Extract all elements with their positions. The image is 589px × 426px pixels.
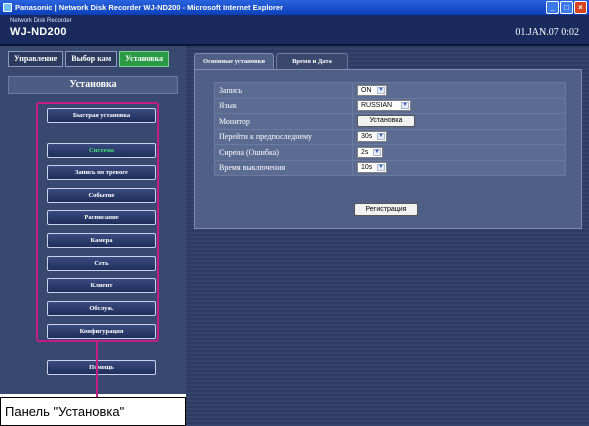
settings-panel: Запись ON ▼ Язык RUSSIAN ▼ Монитор Установ… — [194, 69, 582, 229]
minimize-icon[interactable]: _ — [546, 1, 559, 14]
select-value: ON — [361, 86, 372, 94]
maximize-icon[interactable]: □ — [560, 1, 573, 14]
settings-label: Сирена (Ошибка) — [214, 144, 353, 161]
dropdown-arrow-icon: ▼ — [401, 102, 409, 110]
recording-select[interactable]: ON ▼ — [357, 84, 387, 96]
main-area: Основные установки Время и Дата Запись O… — [186, 46, 589, 426]
help-button[interactable]: Помощь — [47, 360, 156, 375]
close-icon[interactable]: × — [574, 1, 587, 14]
settings-label: Монитор — [214, 113, 353, 130]
settings-row-skip-to-previous: Перейти к предпоследнему 30s ▼ — [214, 128, 566, 145]
siren-select[interactable]: 2s ▼ — [357, 146, 383, 158]
select-value: RUSSIAN — [361, 102, 393, 110]
skip-time-select[interactable]: 30s ▼ — [357, 131, 387, 143]
settings-value: 2s ▼ — [352, 144, 566, 161]
settings-row-monitor: Монитор Установка — [214, 113, 566, 130]
dropdown-arrow-icon: ▼ — [377, 164, 385, 172]
mode-tabs: Управление Выбор кам Установка — [8, 51, 169, 67]
dropdown-arrow-icon: ▼ — [377, 86, 385, 94]
window-titlebar: Panasonic | Network Disk Recorder WJ-ND2… — [0, 0, 589, 15]
settings-label: Запись — [214, 82, 353, 99]
settings-table: Запись ON ▼ Язык RUSSIAN ▼ Монитор Установ… — [214, 82, 566, 176]
settings-value: 30s ▼ — [352, 128, 566, 145]
language-select[interactable]: RUSSIAN ▼ — [357, 100, 411, 112]
callout-label: Панель "Установка" — [0, 397, 186, 426]
tab-setup[interactable]: Установка — [119, 51, 169, 67]
settings-label: Время выключения — [214, 159, 353, 176]
monitor-setup-button[interactable]: Установка — [357, 115, 415, 128]
select-value: 10s — [361, 164, 373, 172]
setup-panel-highlight-frame — [36, 102, 159, 342]
header-clock: 01.JAN.07 0:02 — [515, 27, 579, 38]
window-title: Panasonic | Network Disk Recorder WJ-ND2… — [15, 3, 284, 12]
settings-label: Перейти к предпоследнему — [214, 128, 353, 145]
settings-value: Установка — [352, 113, 566, 130]
dropdown-arrow-icon: ▼ — [373, 148, 381, 156]
settings-row-siren: Сирена (Ошибка) 2s ▼ — [214, 144, 566, 161]
ie-icon — [3, 3, 12, 12]
select-value: 30s — [361, 133, 373, 141]
header-model: WJ-ND200 — [10, 26, 67, 38]
tab-basic-settings[interactable]: Основные установки — [194, 53, 274, 69]
settings-row-language: Язык RUSSIAN ▼ — [214, 97, 566, 114]
header-subtitle: Network Disk Recorder — [10, 18, 72, 24]
app-header: Network Disk Recorder WJ-ND200 01.JAN.07… — [0, 15, 589, 46]
settings-label: Язык — [214, 97, 353, 114]
select-value: 2s — [361, 148, 369, 156]
window-controls: _ □ × — [546, 1, 587, 14]
tab-camera-select[interactable]: Выбор кам — [65, 51, 118, 67]
settings-value: ON ▼ — [352, 82, 566, 99]
dropdown-arrow-icon: ▼ — [377, 133, 385, 141]
off-time-select[interactable]: 10s ▼ — [357, 162, 387, 174]
tab-control[interactable]: Управление — [8, 51, 64, 67]
setup-panel-title: Установка — [8, 76, 178, 94]
settings-value: RUSSIAN ▼ — [352, 97, 566, 114]
register-button[interactable]: Регистрация — [354, 203, 418, 216]
tab-time-date[interactable]: Время и Дата — [276, 53, 348, 69]
settings-row-recording: Запись ON ▼ — [214, 82, 566, 99]
settings-value: 10s ▼ — [352, 159, 566, 176]
settings-row-off-time: Время выключения 10s ▼ — [214, 159, 566, 176]
callout-leader-line — [96, 342, 98, 397]
